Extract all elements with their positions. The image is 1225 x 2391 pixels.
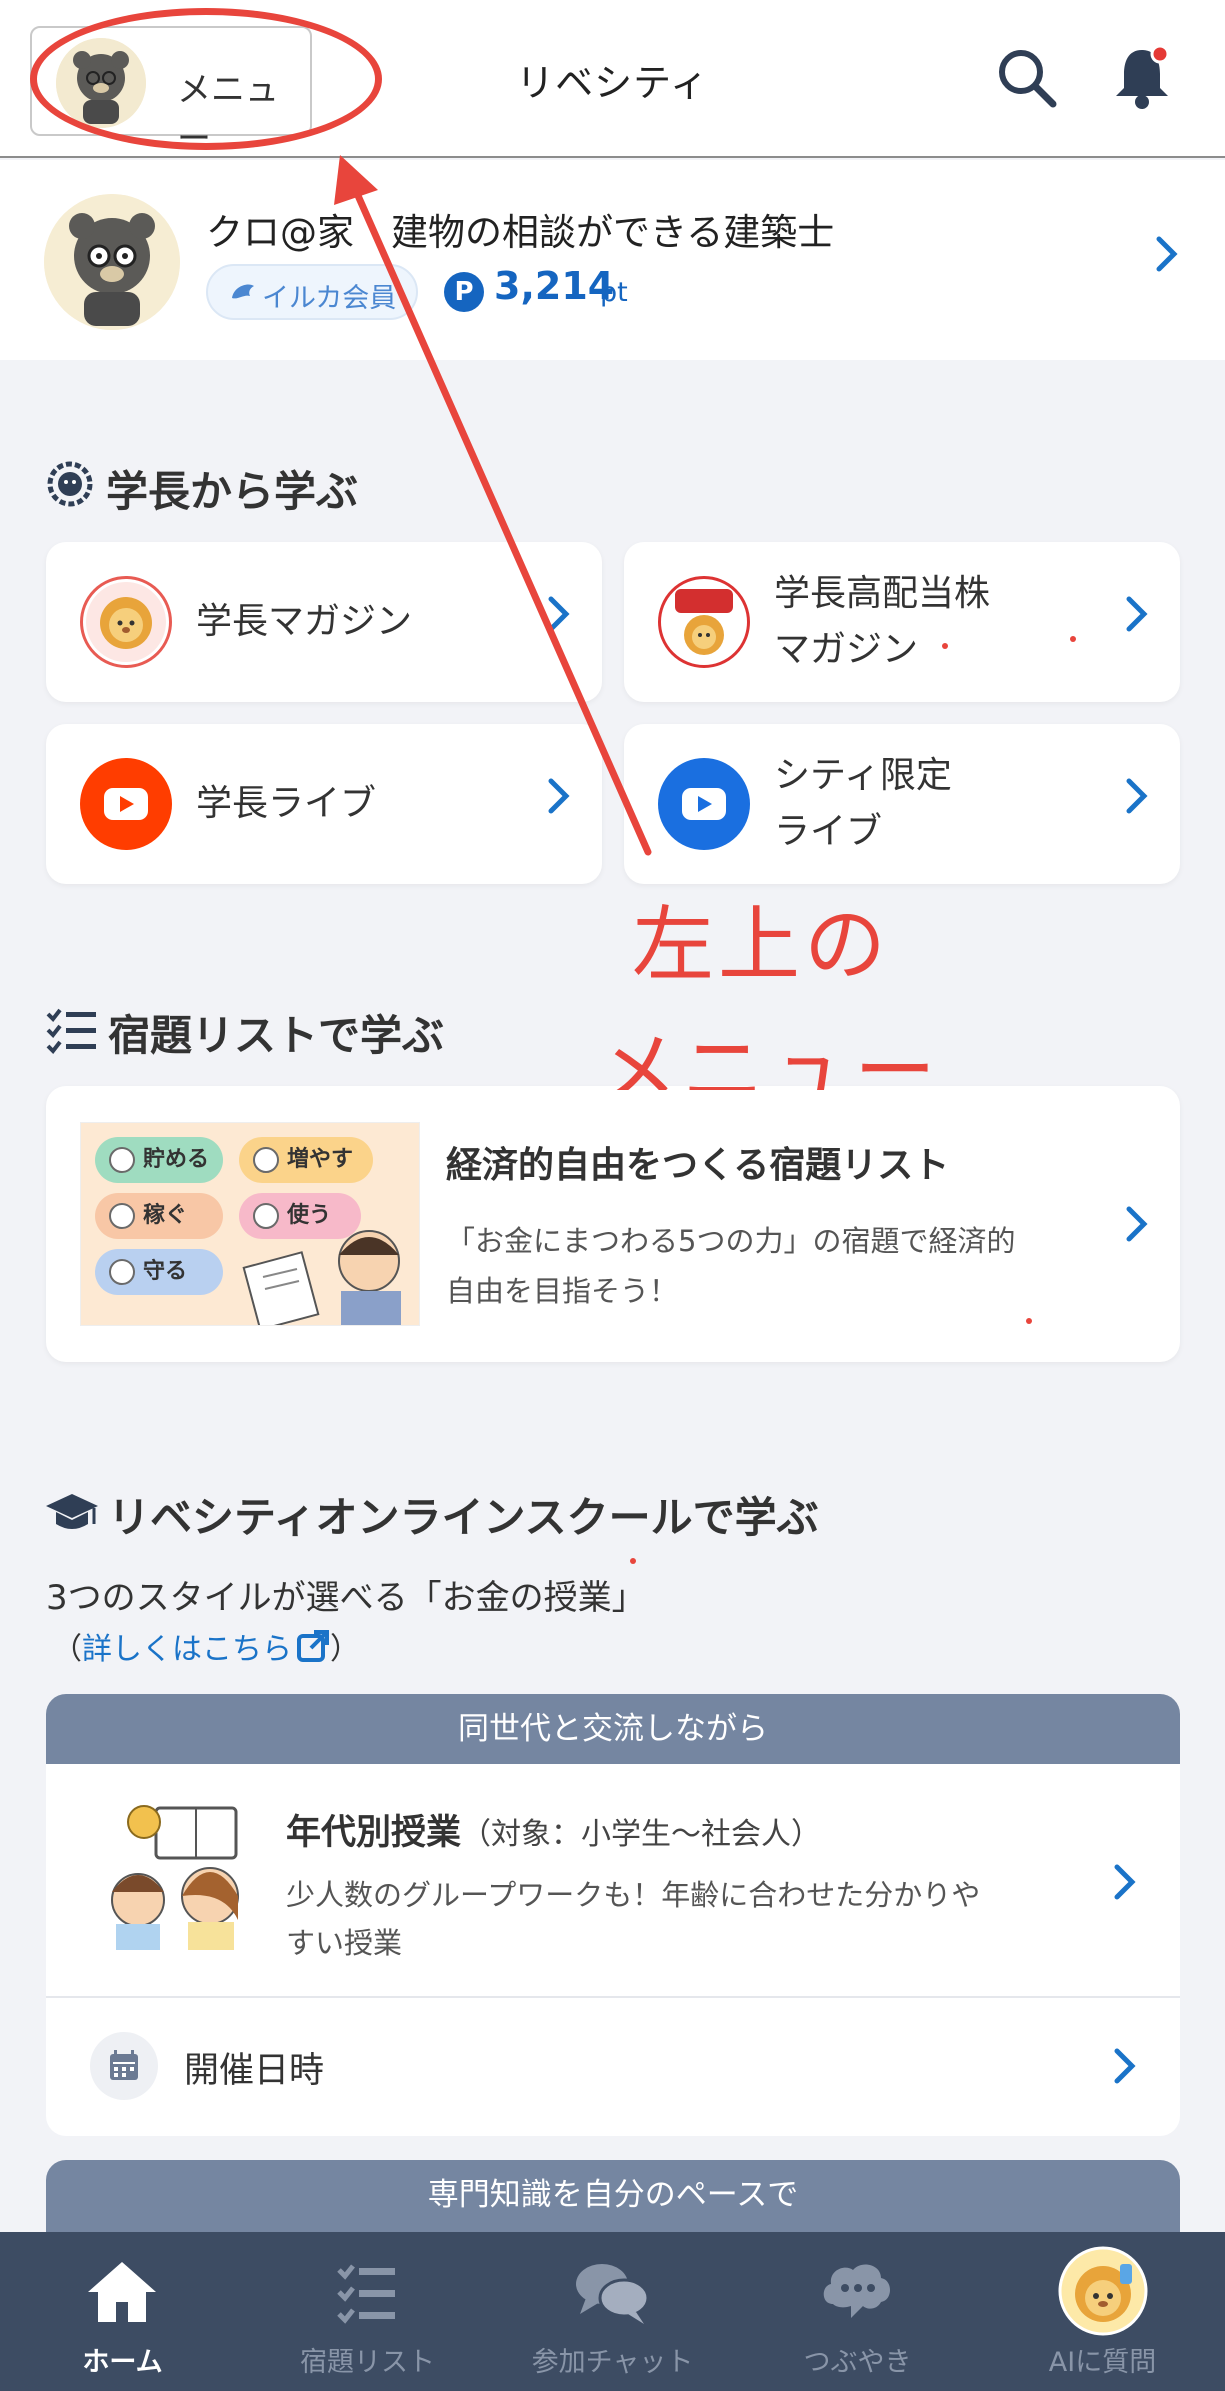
chevron-right-icon [1112,2046,1138,2090]
course2-header: 専門知識を自分のペースで [46,2160,1180,2240]
details-link-row: （詳しくはこちら ） [52,1624,360,1671]
nav-homework-label: 宿題リスト [300,2347,435,2378]
nav-chat[interactable]: 参加チャット [490,2232,735,2391]
chevron-right-icon [1124,1204,1150,1248]
homework-thumbnail: 貯める 増やす 稼ぐ 使う 守る [80,1122,420,1326]
nav-mumble[interactable]: つぶやき [735,2232,980,2391]
course1-summary[interactable]: 年代別授業（対象：小学生〜社会人） 少人数のグループワークも！年齢に合わせた分か… [46,1764,1180,1996]
course1-title: 年代別授業（対象：小学生〜社会人） [286,1813,822,1853]
course1-target: （対象：小学生〜社会人） [461,1817,822,1852]
annotation-arrow [334,155,652,856]
nav-chat-label: 参加チャット [531,2347,694,2378]
nav-ai[interactable]: AIに質問 [980,2232,1225,2391]
annotation-dot [1070,636,1076,642]
calendar-icon [90,2032,158,2100]
annotation-dot [630,1558,636,1564]
schedule-label: 開催日時 [184,2051,325,2091]
details-link-open: （ [52,1632,82,1667]
course1-header: 同世代と交流しながら [46,1694,1180,1764]
nav-ai-label: AIに質問 [1048,2347,1157,2378]
bottom-nav: ホーム 宿題リスト 参加チャット つぶやき AIに質問 [0,2232,1225,2391]
details-link[interactable]: 詳しくはこちら [82,1632,292,1667]
student-illustration [242,1230,401,1325]
section-title-school: リベシティオンラインスクールで学ぶ [108,1493,819,1542]
annotation-text-line1: 左上の [632,898,891,993]
school-subtitle: 3つのスタイルが選べる「お金の授業」 [46,1578,646,1618]
external-link-icon[interactable] [296,1629,330,1671]
tag-save: 貯める [95,1137,223,1183]
kids-study-illustration [111,1805,239,1950]
graduation-cap-icon [44,1490,100,1538]
homework-card-desc-1: 「お金にまつわる5つの力」の宿題で経済的 [446,1224,1016,1258]
chevron-right-icon [1112,1862,1138,1906]
nav-mumble-label: つぶやき [803,2347,912,2378]
home-icon [82,2256,162,2328]
nav-homework[interactable]: 宿題リスト [245,2232,490,2391]
homework-card-desc-2: 自由を目指そう！ [446,1274,679,1308]
nav-home[interactable]: ホーム [0,2232,245,2391]
tag-grow: 増やす [239,1137,373,1183]
tag-earn: 稼ぐ [95,1193,223,1239]
details-link-close: ） [330,1632,360,1667]
course1-desc-1: 少人数のグループワークも！年齢に合わせた分かりや [286,1878,981,1912]
mumble-icon [817,2256,897,2328]
checklist-icon [327,2256,407,2328]
homework-card-title: 経済的自由をつくる宿題リスト [446,1145,950,1186]
chat-bubbles-icon [572,2256,652,2328]
annotation-dot [942,643,948,649]
course1-card: 年代別授業（対象：小学生〜社会人） 少人数のグループワークも！年齢に合わせた分か… [46,1764,1180,2136]
course1-schedule-row[interactable]: 開催日時 [46,1998,1180,2136]
ai-lion-icon [1058,2246,1148,2336]
course1-desc-2: すい授業 [286,1926,403,1960]
tag-protect: 守る [95,1249,223,1295]
annotation-text-line2: メニュー [596,1024,941,1090]
annotation-dot [1026,1318,1032,1324]
homework-list-card[interactable]: 貯める 増やす 稼ぐ 使う 守る 経済的自由をつくる宿題リスト 「お金にまつわる… [46,1086,1180,1362]
nav-home-label: ホーム [82,2347,163,2378]
